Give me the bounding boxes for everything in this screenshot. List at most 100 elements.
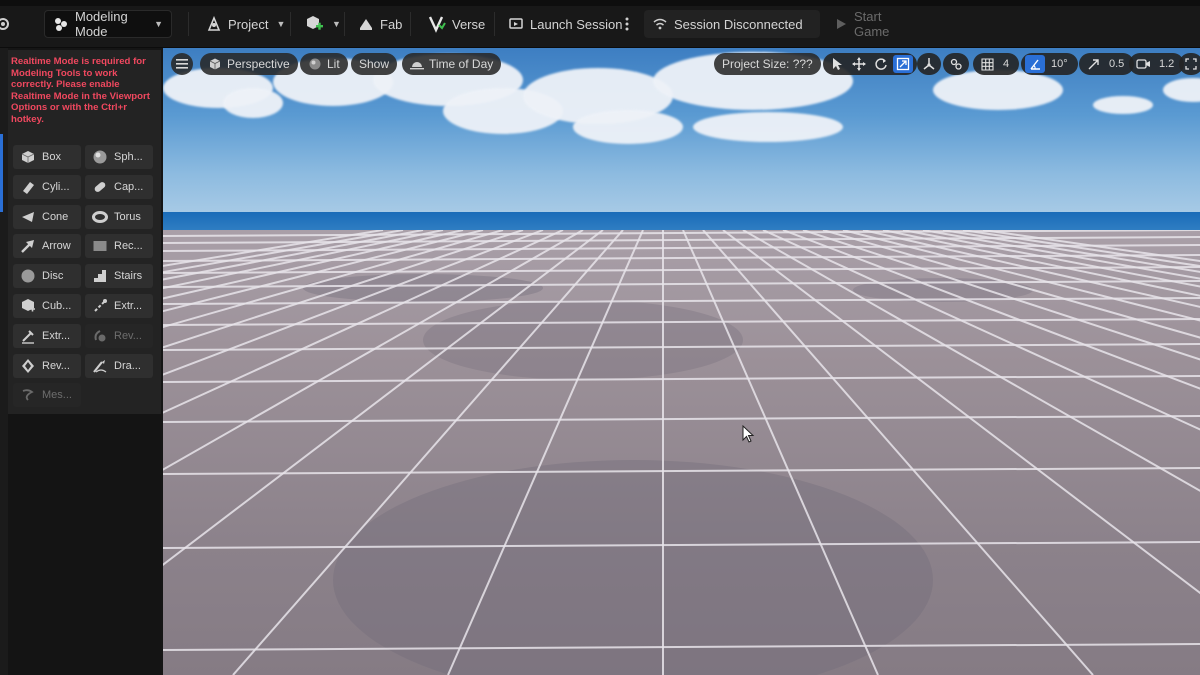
tool-button[interactable]: Mes... <box>13 383 81 407</box>
cubegrid-icon <box>19 297 37 315</box>
title-strip <box>0 0 1200 6</box>
toolbar-divider <box>410 12 411 36</box>
tool-button[interactable]: Cone <box>13 205 81 229</box>
chevron-down-icon: ▼ <box>154 19 163 29</box>
session-status[interactable]: Session Disconnected <box>644 10 820 38</box>
world-space-toggle[interactable] <box>917 53 941 75</box>
tool-label: Stairs <box>114 270 143 282</box>
rotate-icon[interactable] <box>871 55 891 73</box>
wifi-disconnected-icon <box>653 18 667 30</box>
cone-icon <box>19 208 37 226</box>
tool-button[interactable]: Cap... <box>85 175 153 199</box>
translate-icon[interactable] <box>849 55 869 73</box>
cloud <box>933 70 1063 110</box>
chevron-down-icon: ▼ <box>276 19 286 29</box>
tool-label: Sph... <box>114 151 143 163</box>
scale-snap-icon <box>1083 55 1103 73</box>
tool-button[interactable]: Disc <box>13 264 81 288</box>
add-actor-menu[interactable]: ▼ <box>296 10 349 38</box>
project-icon <box>207 16 221 31</box>
more-options-icon[interactable] <box>618 10 636 38</box>
tool-button[interactable]: Stairs <box>85 264 153 288</box>
select-icon[interactable] <box>827 55 847 73</box>
active-indicator <box>0 134 3 212</box>
sphere-icon <box>91 148 109 166</box>
modeling-mode-icon <box>55 18 67 31</box>
main-toolbar: Modeling Mode ▼ Project ▼ ▼ Fab Verse La… <box>0 0 1200 48</box>
tool-button[interactable]: Torus <box>85 205 153 229</box>
sphere-icon <box>309 58 321 70</box>
floor-grid <box>163 230 1200 675</box>
show-button[interactable]: Show <box>351 53 398 75</box>
tool-button[interactable]: Extr... <box>13 324 81 348</box>
tool-label: Torus <box>114 211 141 223</box>
surface-snap-toggle[interactable] <box>943 53 969 75</box>
lit-label: Lit <box>327 57 340 71</box>
disc-icon <box>19 267 37 285</box>
start-game-button[interactable]: Start Game <box>826 9 926 39</box>
maximize-viewport-icon[interactable] <box>1179 53 1200 75</box>
tool-button[interactable]: Cub... <box>13 294 81 318</box>
box-icon <box>19 148 37 166</box>
tool-button[interactable]: Rev... <box>13 354 81 378</box>
lit-button[interactable]: Lit <box>300 53 348 75</box>
time-of-day-label: Time of Day <box>429 57 494 71</box>
tool-button[interactable]: Cyli... <box>13 175 81 199</box>
perspective-label: Perspective <box>227 57 290 71</box>
launch-session-button[interactable]: Launch Session <box>500 10 631 38</box>
add-content-icon <box>307 16 323 30</box>
tool-label: Arrow <box>42 240 71 252</box>
torus-icon <box>91 208 109 226</box>
fab-button[interactable]: Fab <box>350 10 410 38</box>
surface-snap-icon <box>950 58 962 70</box>
tool-button[interactable]: Extr... <box>85 294 153 318</box>
time-of-day-button[interactable]: Time of Day <box>402 53 502 75</box>
fab-label: Fab <box>380 16 403 32</box>
panel-empty-area <box>8 414 161 675</box>
revolve-path-icon <box>91 327 109 345</box>
camera-speed-group[interactable]: 1.2 <box>1129 53 1185 75</box>
viewport-menu-icon[interactable] <box>171 53 193 75</box>
toolbar-divider <box>188 12 189 36</box>
world-icon <box>923 58 935 70</box>
left-edge <box>0 48 8 675</box>
camera-speed-value: 1.2 <box>1159 58 1175 70</box>
scale-snap-value: 0.5 <box>1109 58 1125 70</box>
capsule-icon <box>91 178 109 196</box>
launch-session-icon <box>509 18 523 29</box>
extrude-path-icon <box>91 297 109 315</box>
verse-button[interactable]: Verse <box>420 10 493 38</box>
transform-tools <box>823 53 917 75</box>
perspective-button[interactable]: Perspective <box>200 53 298 75</box>
tool-label: Rec... <box>114 240 143 252</box>
grid-snap-icon <box>977 55 997 73</box>
scale-snap-group[interactable]: 0.5 <box>1079 53 1135 75</box>
start-game-label: Start Game <box>854 9 890 39</box>
level-viewport[interactable]: Perspective Lit Show Time of Day Project… <box>163 48 1200 675</box>
scale-icon[interactable] <box>893 55 913 73</box>
revolve-boundary-icon <box>19 357 37 375</box>
grid-snap-group[interactable]: 4 <box>973 53 1020 75</box>
toolbar-divider <box>290 12 291 36</box>
project-menu[interactable]: Project ▼ <box>198 10 293 38</box>
mode-dropdown[interactable]: Modeling Mode ▼ <box>44 9 172 39</box>
camera-icon <box>1133 55 1153 73</box>
rectangle-icon <box>91 237 109 255</box>
tool-button[interactable]: Arrow <box>13 234 81 258</box>
project-size-button[interactable]: Project Size: ??? <box>714 53 821 75</box>
tool-label: Mes... <box>42 389 72 401</box>
tool-button[interactable]: Box <box>13 145 81 169</box>
tool-label: Dra... <box>114 360 141 372</box>
play-icon <box>837 19 846 29</box>
stairs-icon <box>91 267 109 285</box>
realtime-warning: Realtime Mode is required for Modeling T… <box>11 56 150 125</box>
fab-icon <box>360 19 372 30</box>
tool-button[interactable]: Sph... <box>85 145 153 169</box>
tool-button[interactable]: Rev... <box>85 324 153 348</box>
tool-button[interactable]: Dra... <box>85 354 153 378</box>
rotation-snap-group[interactable]: 10° <box>1021 53 1078 75</box>
sun-horizon-icon <box>410 62 424 70</box>
tool-label: Cyli... <box>42 181 70 193</box>
settings-icon[interactable] <box>0 10 18 38</box>
tool-button[interactable]: Rec... <box>85 234 153 258</box>
